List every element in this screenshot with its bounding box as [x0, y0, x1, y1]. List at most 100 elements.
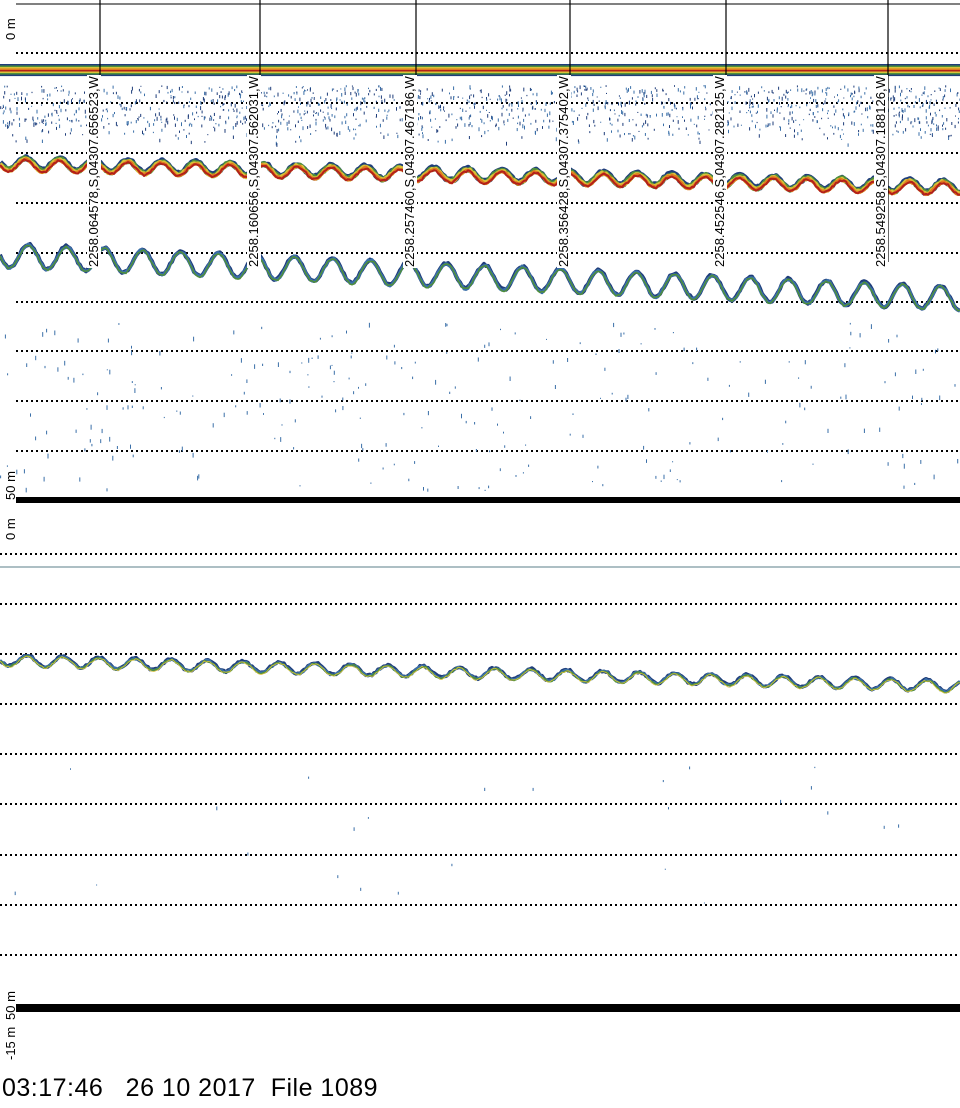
echo-speck: [854, 110, 856, 113]
echo-speck: [427, 98, 429, 100]
echo-speck: [296, 91, 298, 93]
echo-speck: [508, 113, 510, 116]
echo-speck: [532, 93, 534, 96]
echo-speck: [519, 121, 521, 126]
echo-speck: [321, 395, 323, 398]
echo-speck: [70, 120, 72, 122]
echo-speck: [47, 98, 49, 101]
echo-speck: [160, 387, 162, 390]
echo-speck: [375, 88, 377, 91]
echo-speck: [941, 115, 943, 118]
echo-speck: [817, 86, 819, 90]
echo-speck: [16, 107, 18, 111]
echo-speck: [587, 112, 589, 116]
echo-speck: [902, 110, 904, 113]
echo-speck: [769, 123, 771, 126]
echo-speck: [542, 126, 543, 129]
echo-speck: [664, 102, 666, 104]
echo-speck: [9, 107, 11, 111]
echo-speck: [704, 115, 706, 117]
echo-speck: [393, 463, 395, 466]
echo-speck: [200, 106, 202, 111]
echo-speck: [235, 123, 237, 127]
echo-speck: [617, 118, 619, 122]
echo-speck: [335, 107, 337, 111]
echo-speck: [381, 99, 383, 104]
echo-speck: [166, 101, 168, 103]
echo-speck: [0, 106, 2, 110]
echo-speck: [501, 107, 503, 110]
echo-speck: [243, 100, 244, 102]
echo-speck: [696, 95, 698, 99]
echo-speck: [107, 338, 109, 343]
echo-speck: [787, 91, 789, 93]
echo-speck: [645, 113, 647, 116]
echo-speck: [619, 134, 621, 138]
echo-speck: [439, 126, 441, 128]
echo-speck: [833, 105, 835, 108]
echo-speck: [36, 123, 38, 125]
echo-speck: [32, 116, 34, 121]
echo-speck: [958, 107, 960, 111]
echo-speck: [354, 91, 356, 94]
echo-speck: [305, 112, 307, 114]
echo-speck: [240, 358, 242, 363]
echo-speck: [678, 127, 680, 130]
echo-speck: [115, 121, 117, 126]
echo-speck: [621, 110, 623, 114]
surface-band: [0, 70, 960, 72]
echo-speck: [304, 110, 306, 112]
echo-speck: [778, 96, 780, 100]
echo-speck: [384, 98, 386, 103]
echo-speck: [355, 107, 357, 112]
echo-speck: [154, 119, 156, 122]
echo-speck: [25, 487, 27, 493]
echo-speck: [17, 97, 19, 101]
echo-speck: [668, 98, 670, 102]
echo-speck: [417, 95, 419, 99]
echo-speck: [618, 349, 620, 353]
echo-speck: [346, 330, 347, 334]
echo-speck: [451, 138, 453, 142]
echo-speck: [480, 118, 482, 120]
echo-speck: [423, 487, 424, 491]
echo-speck: [480, 89, 482, 94]
echo-speck: [639, 90, 641, 94]
echo-speck: [160, 115, 162, 118]
echo-speck: [532, 787, 534, 791]
echo-speck: [325, 127, 327, 130]
echo-speck: [163, 416, 165, 419]
echo-speck: [922, 368, 924, 371]
echo-speck: [219, 95, 221, 99]
echo-speck: [782, 443, 784, 445]
echo-speck: [789, 127, 791, 129]
echo-speck: [187, 90, 189, 94]
echo-speck: [3, 106, 4, 108]
echo-speck: [366, 105, 368, 108]
echo-speck: [839, 134, 841, 139]
echo-speck: [382, 467, 384, 470]
echo-speck: [331, 127, 333, 132]
echo-speck: [16, 91, 18, 95]
echo-speck: [858, 130, 860, 133]
echo-speck: [114, 112, 115, 115]
echo-speck: [926, 121, 928, 124]
echo-speck: [441, 88, 443, 92]
echo-speck: [167, 91, 169, 94]
echo-speck: [849, 322, 851, 325]
echo-speck: [204, 91, 206, 96]
echo-speck: [832, 126, 833, 129]
echo-speck: [130, 104, 132, 108]
echo-speck: [355, 118, 357, 120]
echo-speck: [134, 388, 136, 393]
echo-speck: [436, 129, 438, 133]
lower-panel-grid: [0, 553, 960, 956]
echo-speck: [421, 116, 423, 120]
echo-speck: [166, 85, 168, 90]
echo-speck: [611, 130, 612, 133]
echo-speck: [36, 109, 38, 114]
echo-speck: [164, 123, 166, 128]
echo-speck: [12, 134, 14, 137]
echo-speck: [795, 104, 797, 107]
echo-speck: [814, 92, 816, 96]
